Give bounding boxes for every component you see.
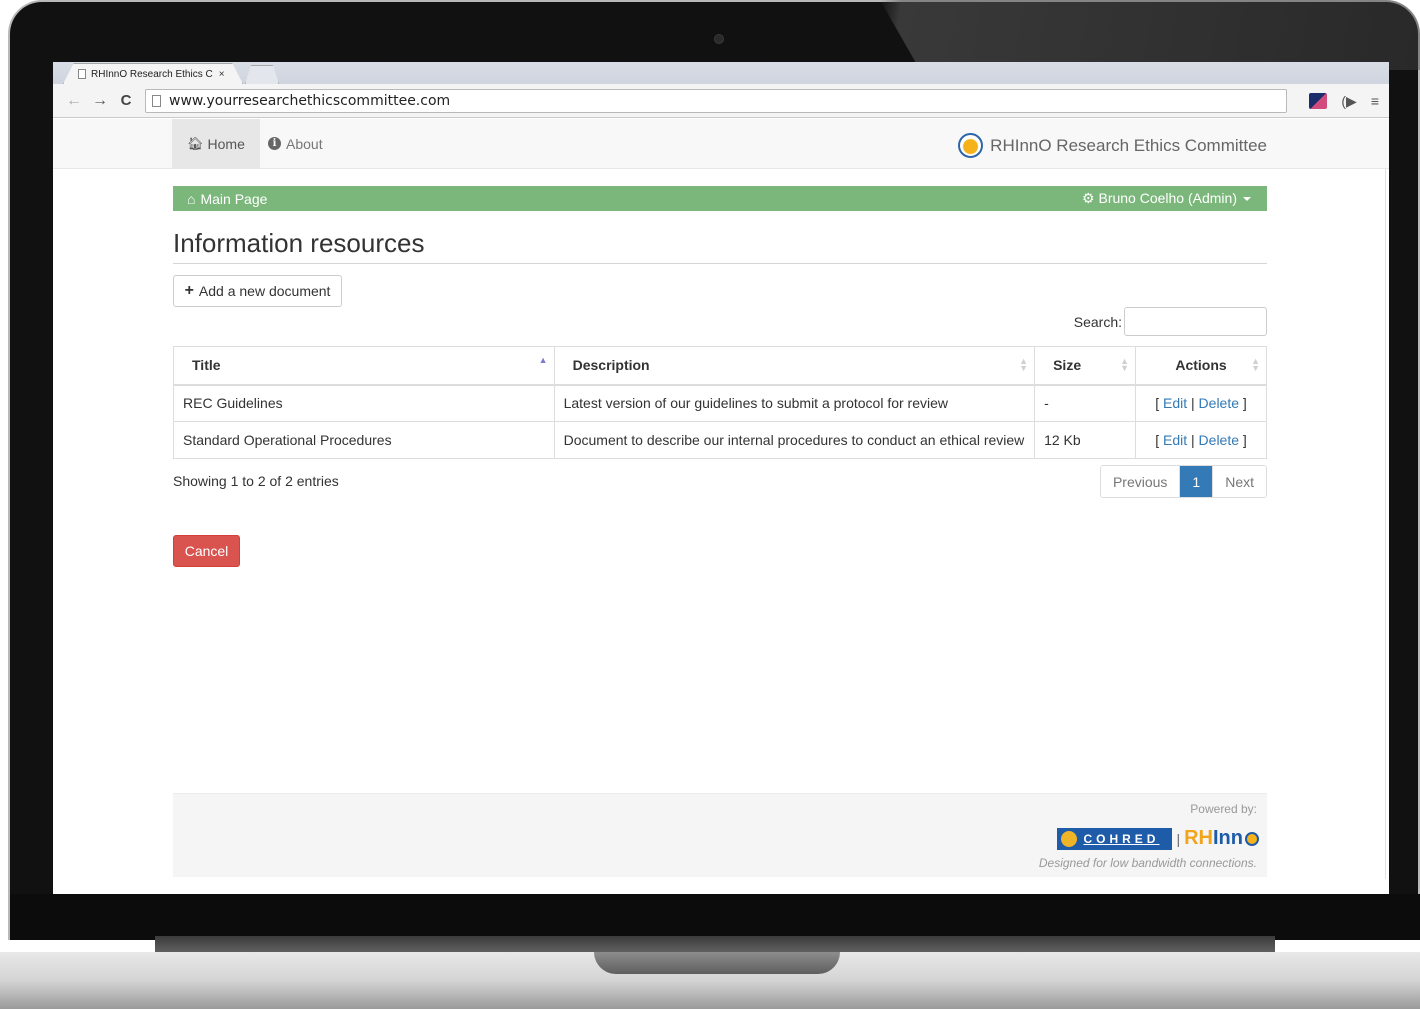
- gear-icon: ⚙: [1082, 190, 1095, 206]
- cohred-logo[interactable]: COHRED: [1057, 827, 1173, 850]
- edit-link[interactable]: Edit: [1163, 432, 1187, 448]
- browser-tab[interactable]: RHInnO Research Ethics C ×: [63, 63, 243, 84]
- pagination-next[interactable]: Next: [1212, 466, 1266, 497]
- footer-tagline: Designed for low bandwidth connections.: [1038, 856, 1257, 870]
- url-text: www.yourresearchethicscommittee.com: [169, 93, 451, 109]
- nav-home[interactable]: 🏠︎ Home: [172, 119, 260, 168]
- tab-title: RHInnO Research Ethics C: [91, 68, 213, 80]
- info-icon: i: [268, 137, 281, 150]
- breadcrumb-bar: ⌂ Main Page ⚙ Bruno Coelho (Admin): [173, 186, 1267, 211]
- column-header-size[interactable]: Size ▲ ▼: [1034, 346, 1137, 386]
- sort-icon: ▲ ▼: [1019, 356, 1029, 373]
- new-tab-button[interactable]: [245, 65, 279, 84]
- add-document-button[interactable]: + Add a new document: [173, 275, 342, 307]
- brand-name: RHInnO Research Ethics Committee: [990, 135, 1267, 155]
- chevron-down-icon: [1243, 197, 1251, 202]
- nav-about-label: About: [286, 135, 323, 152]
- breadcrumb-main-page[interactable]: ⌂ Main Page: [187, 191, 267, 207]
- documents-table: Title ▲ Description ▲ ▼ Size ▲ ▼ Actions ▲…: [173, 346, 1267, 459]
- cell-actions: [ Edit | Delete ]: [1135, 384, 1267, 422]
- screen-glare: [880, 0, 1420, 70]
- column-header-title[interactable]: Title ▲: [173, 346, 555, 386]
- column-header-actions[interactable]: Actions ▲ ▼: [1135, 346, 1267, 386]
- footer: Powered by: COHRED | RHInn Designed for …: [173, 793, 1267, 877]
- forward-arrow-icon[interactable]: →: [89, 92, 111, 110]
- cohred-text: COHRED: [1083, 831, 1160, 846]
- cell-size: -: [1034, 384, 1137, 422]
- scrollbar-track[interactable]: [1385, 169, 1386, 879]
- table-header-row: Title ▲ Description ▲ ▼ Size ▲ ▼ Actions ▲…: [173, 346, 1267, 386]
- rhinno-logo[interactable]: RHInn: [1184, 827, 1259, 850]
- cell-title: Standard Operational Procedures: [173, 421, 555, 459]
- delete-link[interactable]: Delete: [1199, 395, 1239, 411]
- table-row: Standard Operational Procedures Document…: [173, 421, 1267, 459]
- cell-actions: [ Edit | Delete ]: [1135, 421, 1267, 459]
- table-info: Showing 1 to 2 of 2 entries: [173, 473, 339, 489]
- nav-home-label: Home: [207, 135, 245, 152]
- search-input[interactable]: [1124, 307, 1267, 336]
- refresh-icon[interactable]: C: [115, 92, 137, 109]
- address-bar[interactable]: www.yourresearchethicscommittee.com: [145, 89, 1287, 113]
- laptop-bottom-bezel: [10, 894, 1420, 940]
- sort-ascending-icon: ▲: [538, 355, 548, 365]
- webcam: [714, 34, 724, 44]
- laptop-notch: [594, 952, 840, 974]
- pagination-previous[interactable]: Previous: [1100, 466, 1180, 497]
- pagination-page-1[interactable]: 1: [1179, 466, 1213, 497]
- add-document-label: Add a new document: [198, 283, 331, 299]
- user-menu[interactable]: ⚙ Bruno Coelho (Admin): [1082, 190, 1251, 207]
- screen: RHInnO Research Ethics C × ← → C www.you…: [53, 62, 1389, 894]
- home-icon: 🏠︎: [187, 135, 204, 151]
- home-icon: ⌂: [187, 190, 196, 207]
- tab-close-icon[interactable]: ×: [219, 69, 225, 80]
- page-title: Information resources: [173, 228, 1267, 264]
- cell-description: Latest version of our guidelines to subm…: [553, 384, 1036, 422]
- cancel-button[interactable]: Cancel: [173, 535, 240, 567]
- search-group: Search:: [1074, 307, 1267, 336]
- extension-icon[interactable]: [1309, 93, 1328, 109]
- partner-logos: COHRED | RHInn: [1057, 827, 1259, 850]
- breadcrumb-label: Main Page: [200, 190, 268, 207]
- browser-toolbar: ← → C www.yourresearchethicscommittee.co…: [53, 84, 1389, 118]
- menu-icon[interactable]: ≡: [1371, 93, 1379, 110]
- plus-icon: +: [184, 282, 194, 299]
- edit-link[interactable]: Edit: [1163, 395, 1187, 411]
- column-header-description[interactable]: Description ▲ ▼: [553, 346, 1036, 386]
- cell-size: 12 Kb: [1034, 421, 1137, 459]
- brand-logo-icon: [958, 133, 984, 158]
- page-icon: [152, 95, 161, 107]
- speaker-icon[interactable]: (▶: [1341, 93, 1356, 110]
- back-arrow-icon[interactable]: ←: [63, 92, 85, 110]
- sort-icon: ▲ ▼: [1120, 356, 1130, 373]
- toolbar-right: (▶ ≡: [1309, 93, 1379, 110]
- logo-separator: |: [1176, 830, 1181, 847]
- cohred-emblem-icon: [1061, 830, 1078, 847]
- table-row: REC Guidelines Latest version of our gui…: [173, 384, 1267, 422]
- search-label: Search:: [1073, 313, 1122, 330]
- powered-by-label: Powered by:: [1190, 802, 1257, 816]
- user-name: Bruno Coelho (Admin): [1098, 190, 1237, 206]
- sort-icon: ▲ ▼: [1251, 356, 1260, 373]
- page-icon: [78, 69, 86, 79]
- brand[interactable]: RHInnO Research Ethics Committee: [958, 133, 1267, 158]
- site-navbar: 🏠︎ Home i About RHInnO Research Ethics C…: [53, 119, 1389, 169]
- rhinno-logo-icon: [1245, 831, 1259, 846]
- nav-about[interactable]: i About: [253, 119, 338, 168]
- delete-link[interactable]: Delete: [1199, 432, 1239, 448]
- cell-title: REC Guidelines: [173, 384, 555, 422]
- cell-description: Document to describe our internal proced…: [553, 421, 1036, 459]
- pagination: Previous 1 Next: [1099, 465, 1267, 498]
- browser-tab-strip: RHInnO Research Ethics C ×: [53, 62, 1389, 84]
